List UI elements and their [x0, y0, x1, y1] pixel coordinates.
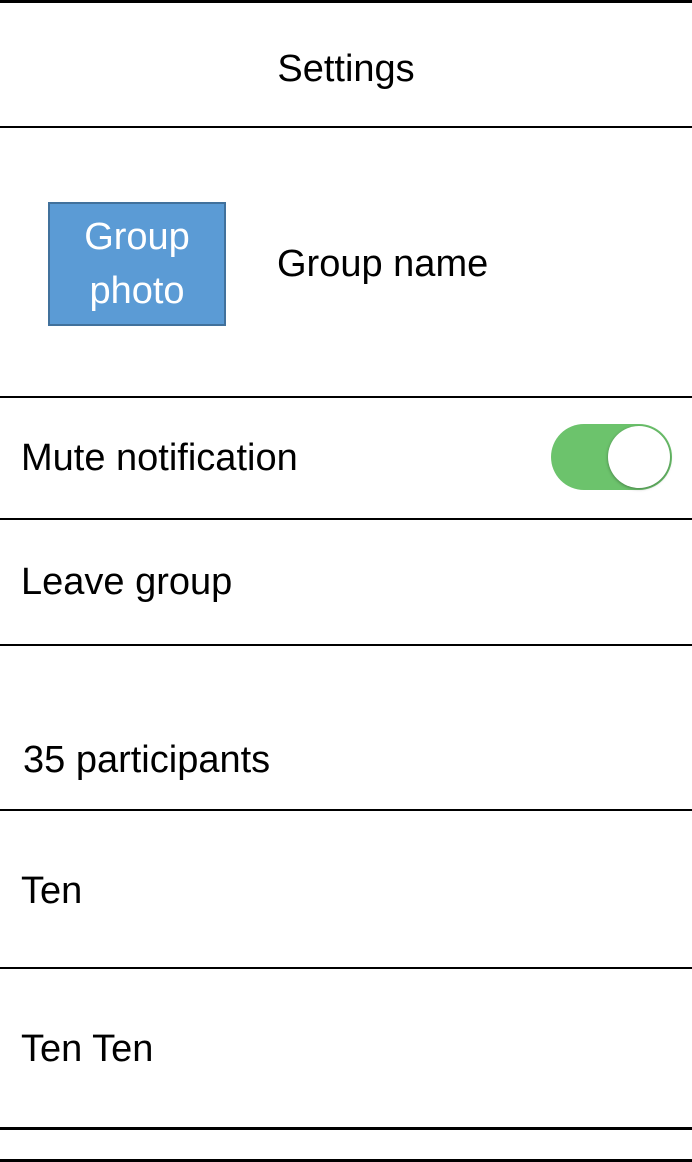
mute-notification-label: Mute notification	[21, 437, 298, 479]
participant-row[interactable]: Ten Ten	[0, 967, 692, 1129]
leave-group-button[interactable]: Leave group	[0, 518, 692, 646]
toggle-knob	[608, 426, 670, 488]
mute-notification-toggle[interactable]	[551, 424, 672, 490]
participant-name: Ten Ten	[21, 1028, 154, 1070]
settings-header: Settings	[0, 0, 692, 128]
group-info-row: Group photo Group name	[0, 126, 692, 398]
group-photo-label: Group photo	[84, 216, 190, 312]
page-title: Settings	[277, 48, 415, 90]
group-photo[interactable]: Group photo	[48, 202, 226, 326]
participants-count: 35 participants	[23, 739, 271, 781]
mute-notification-row[interactable]: Mute notification	[0, 396, 692, 520]
participants-section: 35 participants	[0, 644, 692, 811]
participant-name: Ten	[21, 870, 83, 912]
group-name[interactable]: Group name	[277, 240, 488, 288]
participant-row[interactable]	[0, 1127, 692, 1162]
leave-group-label: Leave group	[21, 561, 233, 603]
participant-row[interactable]: Ten	[0, 809, 692, 969]
